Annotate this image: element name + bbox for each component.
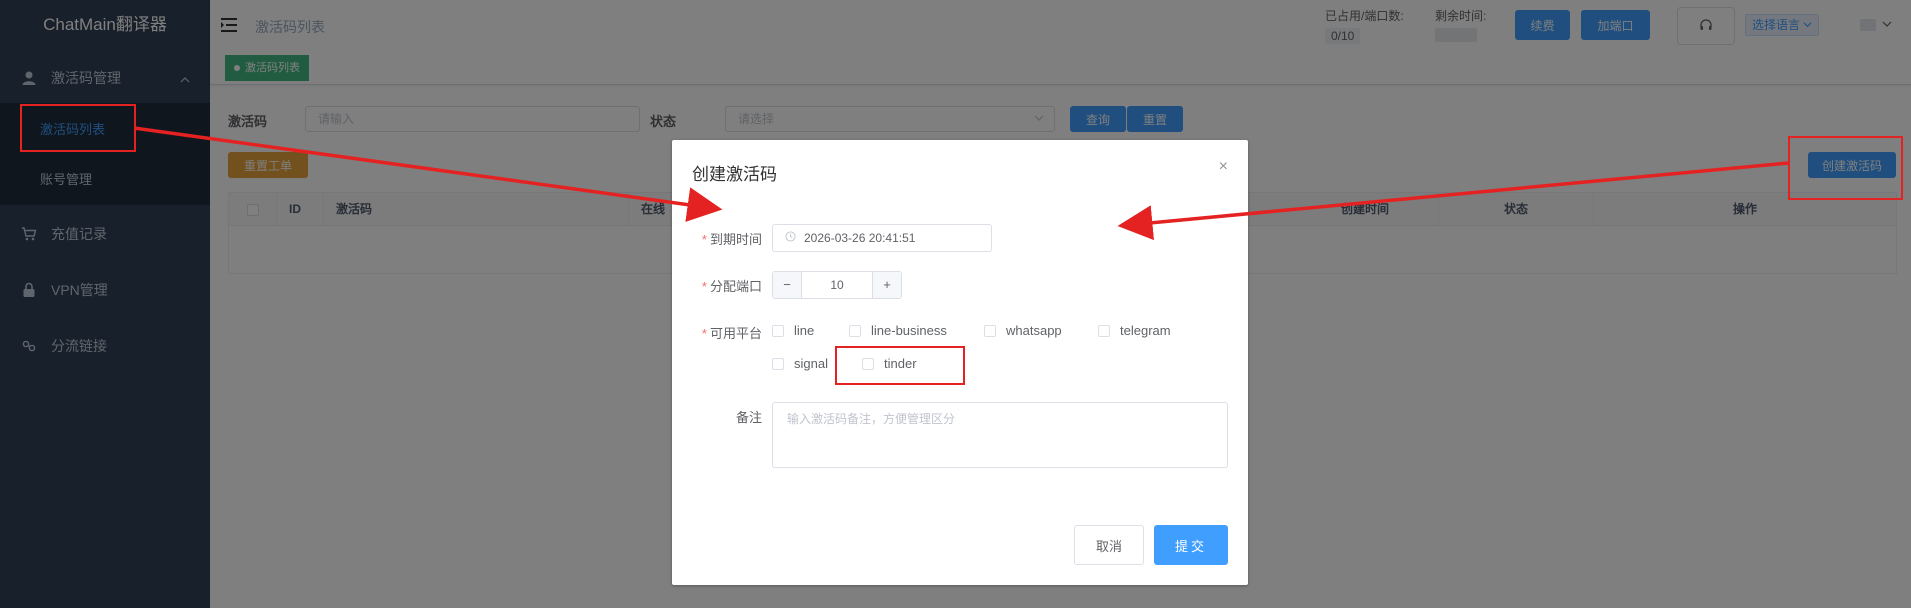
decrement-button[interactable]: − <box>773 272 802 298</box>
checkbox[interactable] <box>1098 324 1110 337</box>
required-mark: * <box>701 326 707 341</box>
port-stepper: − 10 + <box>772 271 902 299</box>
close-icon[interactable]: × <box>1219 158 1228 176</box>
platform-checkbox-signal[interactable]: signal <box>772 356 828 371</box>
annotation-box-tinder <box>835 346 965 385</box>
app-root: ChatMain翻译器 激活码管理 激活码列表 账号管理 充值记录 VPN管理 <box>0 0 1911 608</box>
platform-name: signal <box>794 356 828 371</box>
platform-checkbox-line[interactable]: line <box>772 323 814 338</box>
annotation-box-activation-list <box>20 104 136 152</box>
required-mark: * <box>701 279 707 294</box>
platform-name: telegram <box>1120 323 1171 338</box>
expire-label: * 到期时间 <box>672 229 762 248</box>
platform-name: line-business <box>871 323 947 338</box>
checkbox[interactable] <box>849 324 861 337</box>
checkbox[interactable] <box>984 324 996 337</box>
cancel-button[interactable]: 取消 <box>1074 525 1144 565</box>
required-mark: * <box>701 232 707 247</box>
platform-checkbox-telegram[interactable]: telegram <box>1098 323 1171 338</box>
port-label-text: 分配端口 <box>709 279 762 294</box>
checkbox[interactable] <box>772 357 784 370</box>
checkbox[interactable] <box>772 324 784 337</box>
platform-label: * 可用平台 <box>672 323 762 342</box>
expire-date-picker[interactable]: 2026-03-26 20:41:51 <box>772 224 992 252</box>
clock-icon <box>785 231 796 245</box>
remark-label: 备注 <box>735 410 762 425</box>
expire-label-text: 到期时间 <box>709 232 762 247</box>
port-label: * 分配端口 <box>672 276 762 295</box>
remark-textarea[interactable]: 输入激活码备注，方便管理区分 <box>772 402 1228 468</box>
annotation-box-create-button <box>1788 136 1903 200</box>
platform-checkbox-whatsapp[interactable]: whatsapp <box>984 323 1062 338</box>
expire-date-value: 2026-03-26 20:41:51 <box>804 231 916 245</box>
dialog-title: 创建激活码 <box>692 165 777 184</box>
platform-name: line <box>794 323 815 338</box>
submit-button[interactable]: 提交 <box>1154 525 1228 565</box>
platform-label-text: 可用平台 <box>709 326 762 341</box>
port-stepper-value[interactable]: 10 <box>802 272 872 298</box>
platform-name: whatsapp <box>1006 323 1062 338</box>
platform-checkbox-line-business[interactable]: line-business <box>849 323 947 338</box>
increment-button[interactable]: + <box>872 272 901 298</box>
